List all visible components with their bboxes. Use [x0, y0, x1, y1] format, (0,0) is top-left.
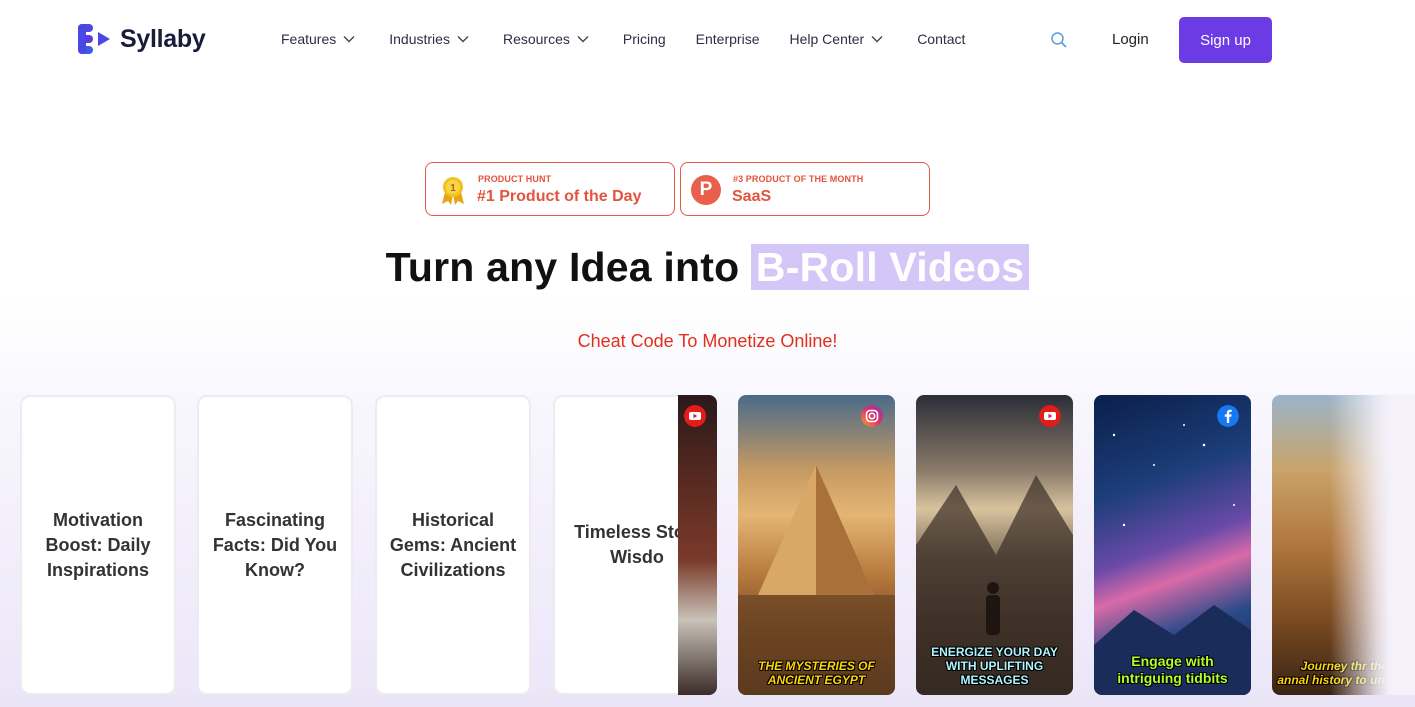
medal-icon: 1	[442, 177, 464, 205]
nav-label: Industries	[389, 31, 450, 47]
hero-title-highlight: B-Roll Videos	[750, 244, 1030, 290]
nav-label: Help Center	[789, 31, 865, 47]
badge-caption: PRODUCT HUNT	[478, 174, 552, 184]
top-navbar: Syllaby Features Industries Resources Pr…	[0, 0, 1415, 80]
facebook-icon	[1217, 405, 1239, 427]
hero-title-prefix: Turn any Idea into	[385, 244, 740, 290]
product-hunt-day-badge[interactable]: 1 PRODUCT HUNT #1 Product of the Day	[425, 162, 675, 216]
producthunt-logo-icon: P	[691, 175, 721, 205]
badge-title: #1 Product of the Day	[477, 188, 642, 205]
topic-card[interactable]: Motivation Boost: Daily Inspirations	[20, 395, 176, 695]
nav-contact[interactable]: Contact	[917, 31, 965, 47]
badge-title: SaaS	[732, 188, 772, 205]
topic-card[interactable]: Fascinating Facts: Did You Know?	[197, 395, 353, 695]
carousel-fade	[1330, 395, 1415, 695]
instagram-icon	[861, 405, 883, 427]
video-caption: THE MYSTERIES OF ANCIENT EGYPT	[758, 659, 875, 687]
chevron-down-icon	[457, 36, 469, 43]
brand-logo[interactable]: Syllaby	[78, 22, 206, 56]
topic-card-title: Historical Gems: Ancient Civilizations	[389, 509, 517, 580]
signup-button[interactable]: Sign up	[1179, 17, 1272, 63]
video-card[interactable]: Engage with intriguing tidbits	[1094, 395, 1251, 695]
svg-text:1: 1	[450, 183, 456, 194]
nav-resources[interactable]: Resources	[503, 31, 589, 47]
galaxy-illustration	[1094, 424, 1251, 695]
video-caption: ENERGIZE YOUR DAY WITH UPLIFTING MESSAGE…	[931, 645, 1058, 687]
brand-name: Syllaby	[120, 24, 206, 53]
video-card[interactable]: THE MYSTERIES OF ANCIENT EGYPT	[738, 395, 895, 695]
video-caption: Engage with intriguing tidbits	[1117, 653, 1228, 686]
pyramid-illustration	[738, 465, 895, 695]
topic-card[interactable]: Historical Gems: Ancient Civilizations	[375, 395, 531, 695]
chevron-down-icon	[343, 36, 355, 43]
badge-caption: #3 PRODUCT OF THE MONTH	[733, 174, 864, 184]
nav-label: Contact	[917, 31, 966, 47]
nav-label: Pricing	[622, 31, 666, 47]
hero-tagline: Cheat Code To Monetize Online!	[577, 331, 838, 351]
nav-label: Features	[281, 31, 337, 47]
nav-enterprise[interactable]: Enterprise	[696, 31, 760, 47]
nav-help-center[interactable]: Help Center	[789, 31, 883, 47]
login-link[interactable]: Login	[1112, 31, 1149, 48]
topic-card-title: Motivation Boost: Daily Inspirations	[45, 509, 151, 580]
search-icon[interactable]	[1050, 31, 1068, 49]
video-card[interactable]: ENERGIZE YOUR DAY WITH UPLIFTING MESSAGE…	[916, 395, 1073, 695]
nav-features[interactable]: Features	[281, 31, 355, 47]
syllaby-logo-icon	[78, 24, 110, 54]
main-menu: Features Industries Resources Pricing En…	[281, 31, 965, 47]
youtube-icon	[684, 405, 706, 427]
product-hunt-month-badge[interactable]: P #3 PRODUCT OF THE MONTH SaaS	[680, 162, 930, 216]
nav-label: Enterprise	[695, 31, 760, 47]
hero-title: Turn any Idea into B-Roll Videos	[0, 244, 1415, 291]
nav-label: Resources	[502, 31, 570, 47]
chevron-down-icon	[577, 36, 589, 43]
section-bottom	[0, 695, 1415, 707]
topic-card-title: Fascinating Facts: Did You Know?	[212, 509, 338, 580]
youtube-icon	[1039, 405, 1061, 427]
chevron-down-icon	[871, 36, 883, 43]
video-card[interactable]	[678, 395, 717, 695]
nav-pricing[interactable]: Pricing	[623, 31, 666, 47]
nav-industries[interactable]: Industries	[389, 31, 469, 47]
